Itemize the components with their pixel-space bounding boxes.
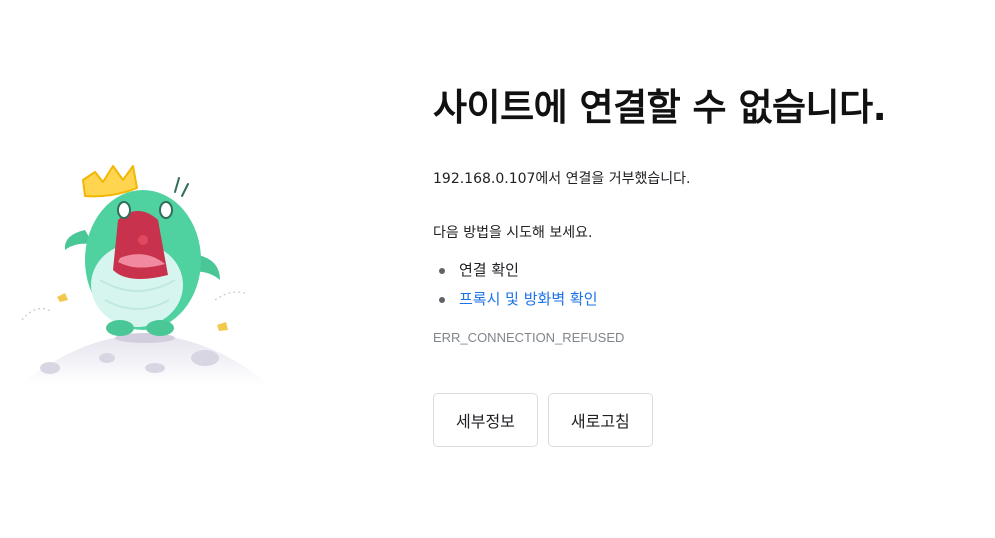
suggestion-check-proxy-firewall[interactable]: 프록시 및 방화벽 확인 <box>433 285 973 314</box>
mascot-illustration <box>10 140 280 400</box>
bullet-icon <box>439 297 445 303</box>
bullet-icon <box>439 268 445 274</box>
error-description: 192.168.0.107에서 연결을 거부했습니다. <box>433 171 691 187</box>
suggestion-check-connection: 연결 확인 <box>433 256 973 285</box>
shouting-mascot-on-moon-icon <box>20 165 270 385</box>
button-row: 세부정보 새로고침 <box>433 393 973 447</box>
error-code: ERR_CONNECTION_REFUSED <box>433 330 625 345</box>
suggestion-label: 연결 확인 <box>459 261 519 279</box>
error-page: 사이트에 연결할 수 없습니다. 192.168.0.107에서 연결을 거부했… <box>0 0 995 538</box>
try-label: 다음 방법을 시도해 보세요. <box>433 225 593 241</box>
suggestion-list: 연결 확인 프록시 및 방화벽 확인 <box>433 256 973 314</box>
error-title: 사이트에 연결할 수 없습니다. <box>433 86 887 129</box>
details-button[interactable]: 세부정보 <box>433 393 538 447</box>
reload-button[interactable]: 새로고침 <box>547 393 653 447</box>
proxy-firewall-link[interactable]: 프록시 및 방화벽 확인 <box>459 290 598 308</box>
error-content: 사이트에 연결할 수 없습니다. 192.168.0.107에서 연결을 거부했… <box>433 82 973 447</box>
